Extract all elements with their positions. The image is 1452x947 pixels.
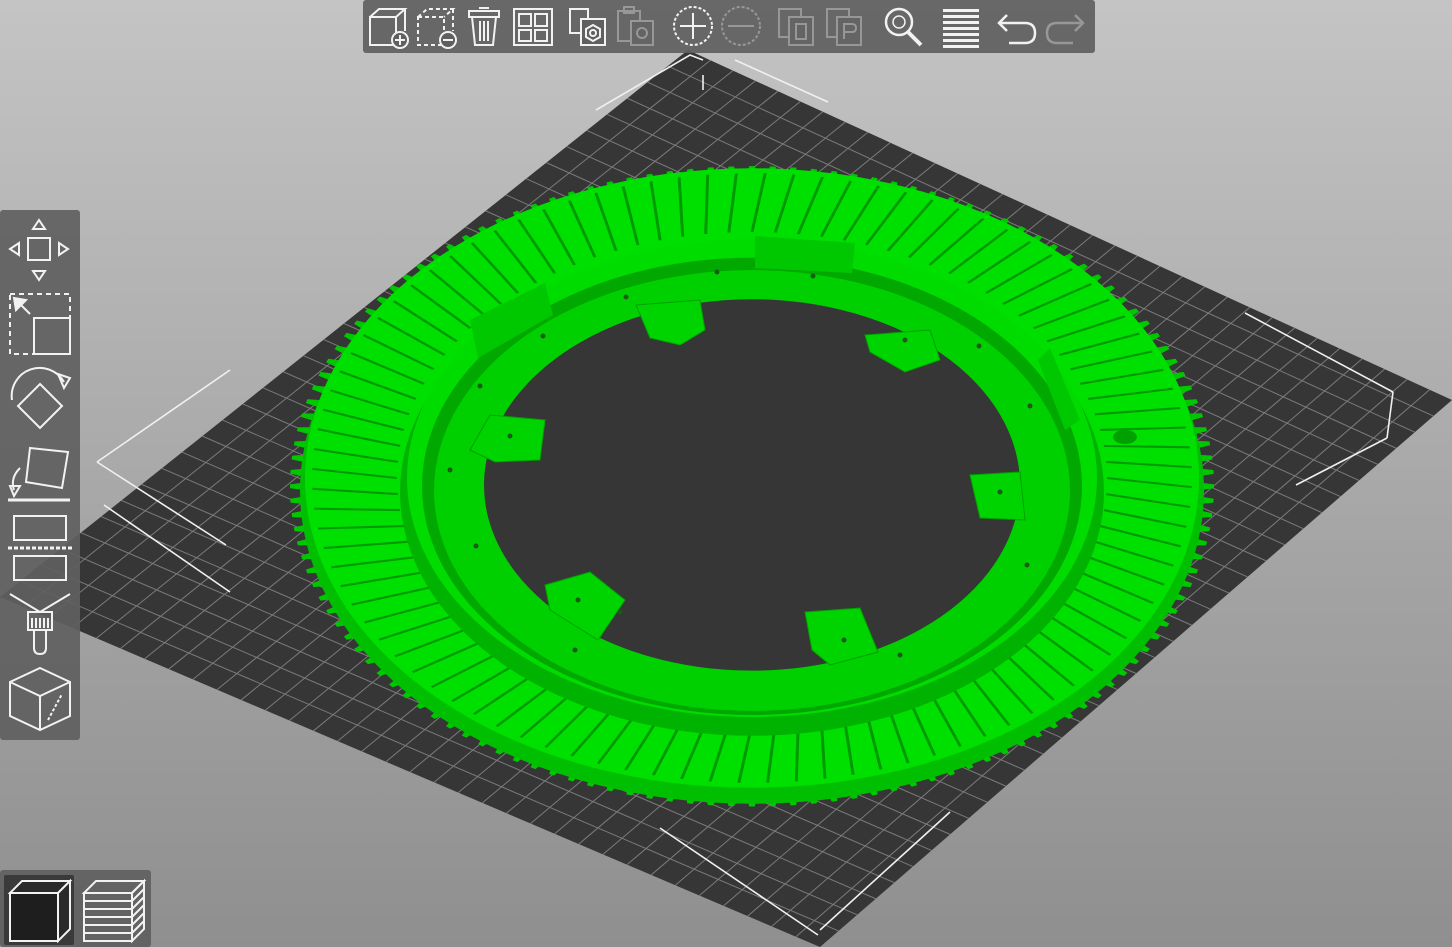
undo-button[interactable] xyxy=(995,5,1039,49)
delete-object-icon xyxy=(417,8,457,49)
add-instance-icon xyxy=(673,6,713,46)
rotate-tool-button[interactable] xyxy=(6,364,74,432)
remove-instance-button[interactable] xyxy=(719,5,763,49)
move-icon xyxy=(8,218,70,282)
split-to-objects-button[interactable] xyxy=(775,5,819,49)
move-tool-button[interactable] xyxy=(6,216,74,282)
copy-button[interactable] xyxy=(567,5,611,49)
add-object-icon xyxy=(369,8,409,49)
cut-icon xyxy=(8,515,72,581)
arrange-button[interactable] xyxy=(511,5,555,49)
remove-instance-icon xyxy=(721,6,761,46)
seam-painting-tool-button[interactable] xyxy=(6,664,74,734)
scale-tool-button[interactable] xyxy=(6,290,74,358)
top-toolbar xyxy=(363,0,1095,53)
seam-painting-icon xyxy=(9,666,71,732)
rotate-icon xyxy=(10,366,72,430)
preview-button[interactable] xyxy=(78,875,148,945)
3d-viewport[interactable] xyxy=(0,0,1452,947)
paint-supports-icon xyxy=(9,593,71,656)
undo-icon xyxy=(997,14,1037,45)
delete-all-icon xyxy=(468,7,500,46)
place-on-face-tool-button[interactable] xyxy=(6,438,74,506)
add-instance-button[interactable] xyxy=(671,5,715,49)
paste-icon xyxy=(617,6,654,46)
redo-button[interactable] xyxy=(1043,5,1087,49)
view-toolbar xyxy=(0,870,151,947)
bearing-hole xyxy=(1113,430,1137,444)
split-to-parts-button[interactable] xyxy=(823,5,867,49)
place-on-face-icon xyxy=(8,446,70,502)
paste-button[interactable] xyxy=(615,5,659,49)
3d-view-button[interactable] xyxy=(4,875,74,945)
layers-editing-icon xyxy=(943,9,979,48)
delete-object-button[interactable] xyxy=(415,5,459,49)
gizmo-toolbar xyxy=(0,210,80,740)
turbine-blade xyxy=(1103,444,1190,449)
arrange-icon xyxy=(513,8,553,46)
preview-layers-icon xyxy=(81,878,147,944)
paint-supports-tool-button[interactable] xyxy=(6,588,74,658)
turbine-blade xyxy=(704,174,710,235)
delete-all-button[interactable] xyxy=(463,5,507,49)
search-button[interactable] xyxy=(881,5,925,49)
turbine-blade xyxy=(314,507,401,512)
add-object-button[interactable] xyxy=(367,5,411,49)
search-icon xyxy=(884,7,923,47)
split-to-objects-icon xyxy=(778,8,814,46)
split-to-parts-icon xyxy=(826,8,862,46)
scale-icon xyxy=(9,293,71,355)
3d-view-icon xyxy=(7,878,73,944)
redo-icon xyxy=(1045,14,1085,45)
copy-icon xyxy=(569,8,606,46)
layers-editing-button[interactable] xyxy=(939,5,983,49)
cut-tool-button[interactable] xyxy=(6,512,74,584)
